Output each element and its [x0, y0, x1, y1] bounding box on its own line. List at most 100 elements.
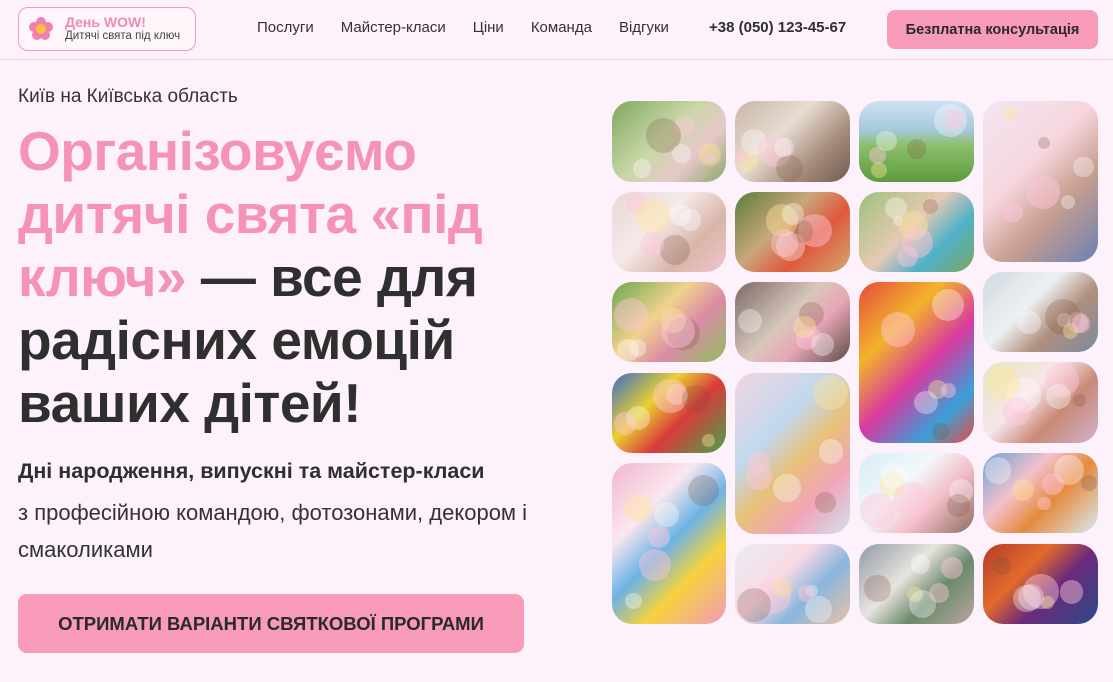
- photo-detail: [941, 557, 964, 580]
- photo-party-decor-kids: [983, 362, 1098, 443]
- photo-detail: [679, 209, 702, 231]
- photo-family-party: [859, 544, 974, 624]
- main-nav: Послуги Майстер-класи Ціни Команда Відгу…: [257, 19, 696, 37]
- photo-detail: [705, 152, 716, 164]
- photo-detail: [688, 475, 720, 507]
- photo-kids-at-table: [735, 101, 850, 182]
- photo-detail: [638, 548, 672, 582]
- photo-detail: [914, 390, 938, 415]
- phone-link[interactable]: +38 (050) 123-45-67: [709, 19, 846, 36]
- photo-detail: [625, 592, 642, 609]
- photo-detail: [624, 493, 653, 523]
- photo-detail: [940, 382, 956, 398]
- photo-detail: [671, 144, 692, 164]
- photo-detail: [869, 147, 887, 165]
- photo-detail: [702, 434, 715, 447]
- photo-detail: [770, 229, 799, 257]
- photo-kids-confetti: [612, 192, 726, 272]
- photo-detail: [616, 339, 640, 362]
- nav-item-reviews[interactable]: Відгуки: [619, 19, 669, 37]
- photo-detail: [1017, 310, 1042, 335]
- photo-detail: [1012, 478, 1035, 502]
- photo-detail: [808, 329, 821, 342]
- photo-costume-party: [983, 544, 1098, 624]
- photo-detail: [1073, 156, 1094, 178]
- photo-kids-running-field: [859, 101, 974, 182]
- photo-detail: [987, 368, 1020, 401]
- photo-detail: [1037, 496, 1051, 511]
- photo-detail: [812, 375, 848, 411]
- free-consultation-button[interactable]: Безплатна консультація: [887, 10, 1098, 49]
- photo-detail: [1002, 396, 1032, 426]
- photo-detail: [1073, 394, 1087, 407]
- brand-subtitle: Дитячі свята під ключ: [65, 30, 181, 43]
- photo-girl-with-cake: [859, 453, 974, 533]
- photo-outdoor-party-table: [612, 282, 726, 362]
- photo-candy-bar: [612, 463, 726, 624]
- photo-kids-party-room: [735, 282, 850, 362]
- brand-logo[interactable]: День WOW! Дитячі свята під ключ: [18, 7, 196, 51]
- photo-detail: [1041, 596, 1054, 609]
- photo-detail: [797, 585, 815, 603]
- photo-detail: [944, 109, 966, 130]
- photo-detail: [773, 578, 793, 597]
- photo-detail: [1038, 137, 1051, 150]
- photo-detail: [860, 493, 896, 529]
- photo-detail: [775, 154, 804, 182]
- photo-detail: [870, 161, 887, 178]
- photo-detail: [906, 139, 927, 159]
- photo-detail: [1042, 472, 1065, 495]
- photo-detail: [1002, 201, 1024, 223]
- photo-detail: [613, 298, 648, 333]
- hero-description: з професійною командою, фотозонами, деко…: [18, 500, 528, 562]
- photo-detail: [639, 231, 664, 256]
- photo-detail: [931, 422, 950, 441]
- get-program-options-button[interactable]: ОТРИМАТИ ВАРІАНТИ СВЯТКОВОЇ ПРОГРАМИ: [18, 594, 524, 653]
- photo-detail: [773, 137, 794, 158]
- photo-kids-hands-up: [735, 544, 850, 624]
- hero-headline: Організовуємо дитячі свята «під ключ» — …: [18, 120, 578, 435]
- photo-detail: [992, 556, 1011, 576]
- photo-detail: [659, 235, 690, 266]
- photo-detail: [932, 288, 964, 321]
- photo-detail: [984, 457, 1012, 484]
- photo-detail: [910, 554, 931, 574]
- photo-detail: [653, 501, 680, 528]
- photo-detail: [864, 575, 891, 602]
- brand-title: День WOW!: [65, 13, 146, 30]
- photo-detail: [632, 159, 652, 178]
- flower-icon: [29, 17, 53, 41]
- photo-balloon-animals: [859, 282, 974, 443]
- photo-detail: [614, 412, 637, 435]
- photo-detail: [782, 203, 804, 225]
- photo-detail: [737, 588, 772, 623]
- photo-two-girls-balloons: [983, 101, 1098, 262]
- nav-item-workshops[interactable]: Майстер-класи: [341, 19, 446, 37]
- nav-item-services[interactable]: Послуги: [257, 19, 314, 37]
- photo-detail: [735, 149, 749, 164]
- photo-kids-dancing: [983, 272, 1098, 352]
- photo-detail: [893, 482, 929, 519]
- site-header: День WOW! Дитячі свята під ключ Послуги …: [0, 0, 1113, 60]
- photo-detail: [1060, 194, 1075, 210]
- photo-detail: [1059, 580, 1084, 604]
- photo-detail: [737, 308, 763, 334]
- photo-detail: [946, 493, 970, 517]
- photo-kids-table-fruits: [983, 453, 1098, 533]
- photo-detail: [1026, 175, 1060, 209]
- hero-subheading: Дні народження, випускні та майстер-клас…: [18, 459, 485, 483]
- photo-detail: [1004, 107, 1017, 121]
- photo-detail: [923, 199, 938, 215]
- location-text: Київ на Київська область: [18, 86, 238, 107]
- photo-kids-garden-party: [612, 101, 726, 182]
- photo-detail: [772, 474, 801, 502]
- photo-kids-birthday-cake: [735, 192, 850, 272]
- nav-item-team[interactable]: Команда: [531, 19, 592, 37]
- photo-detail: [1013, 584, 1041, 613]
- photo-parachute-game: [612, 373, 726, 453]
- nav-item-prices[interactable]: Ціни: [473, 19, 504, 37]
- photo-kids-lying-confetti: [735, 373, 850, 534]
- photo-detail: [902, 226, 933, 258]
- photo-detail: [929, 582, 950, 603]
- photo-detail: [1071, 314, 1091, 333]
